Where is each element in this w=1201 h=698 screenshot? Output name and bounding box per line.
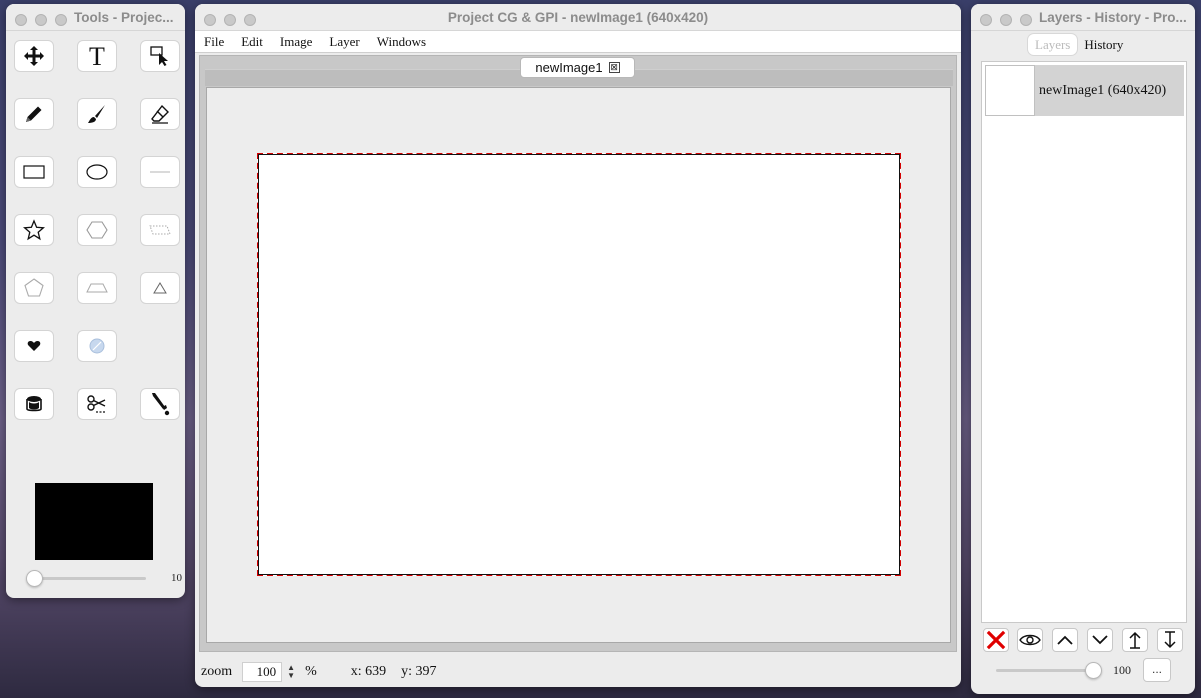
zoom-input[interactable]: 100 <box>242 661 283 682</box>
tab-newimage1[interactable]: newImage1 ⊠ <box>520 57 635 78</box>
main-titlebar[interactable]: Project CG & GPI - newImage1 (640x420) <box>195 4 961 31</box>
line-icon <box>150 171 170 173</box>
move-layer-top-button[interactable] <box>1122 628 1148 652</box>
cursor-y-readout: y: 397 <box>401 663 437 679</box>
rectangle-tool-button[interactable] <box>14 156 54 188</box>
pencil-icon <box>26 106 42 122</box>
star-icon <box>23 219 45 241</box>
parallelogram-tool-button[interactable] <box>140 214 180 246</box>
main-window-title: Project CG & GPI - newImage1 (640x420) <box>447 10 709 25</box>
canvas-viewport[interactable] <box>206 87 951 643</box>
opacity-slider-track[interactable] <box>996 669 1093 672</box>
cursor-x-readout: x: 639 <box>350 663 387 679</box>
text-T-icon: T <box>89 44 105 68</box>
current-color-swatch[interactable] <box>35 483 153 560</box>
chevron-down-icon[interactable]: ▼ <box>287 671 295 680</box>
pencil-tool-button[interactable] <box>14 98 54 130</box>
layers-window-title: Layers - History - Pro... <box>1039 10 1187 25</box>
status-bar: zoom 100 ▲ ▼ % x: 639 y: 397 <box>195 656 961 687</box>
star-tool-button[interactable] <box>14 214 54 246</box>
move-layer-down-button[interactable] <box>1087 628 1113 652</box>
eraser-tool-button[interactable] <box>140 98 180 130</box>
arrow-to-bottom-icon <box>1164 631 1176 649</box>
bucket-icon <box>26 396 42 412</box>
layer-row[interactable]: newImage1 (640x420) <box>985 65 1184 116</box>
tab-close-icon[interactable]: ⊠ <box>608 62 620 73</box>
hexagon-icon <box>86 221 108 239</box>
opacity-value: 100 <box>1113 663 1131 677</box>
toggle-visibility-button[interactable] <box>1017 628 1043 652</box>
fill-bucket-tool-button[interactable] <box>14 388 54 420</box>
heart-tool-button[interactable] <box>14 330 54 362</box>
parallelogram-icon <box>149 225 171 235</box>
text-tool-button[interactable]: T <box>77 40 117 72</box>
main-window: Project CG & GPI - newImage1 (640x420) F… <box>195 4 961 687</box>
hexagon-tool-button[interactable] <box>77 214 117 246</box>
menu-windows[interactable]: Windows <box>377 34 426 50</box>
layers-list: newImage1 (640x420) <box>981 61 1187 623</box>
ellipse-icon <box>86 164 108 180</box>
brush-size-slider-track[interactable] <box>28 577 146 580</box>
brush-tool-button[interactable] <box>77 98 117 130</box>
layer-name: newImage1 (640x420) <box>1039 82 1167 98</box>
trapezoid-tool-button[interactable] <box>77 272 117 304</box>
image-canvas[interactable] <box>257 153 901 576</box>
ellipse-tool-button[interactable] <box>77 156 117 188</box>
move-layer-bottom-button[interactable] <box>1157 628 1183 652</box>
scissors-icon <box>87 395 106 413</box>
eraser-icon <box>151 104 169 124</box>
circle-slash-tool-button[interactable] <box>77 330 117 362</box>
move-layer-up-button[interactable] <box>1052 628 1078 652</box>
menu-image[interactable]: Image <box>280 34 312 50</box>
select-pointer-icon <box>150 46 168 66</box>
circle-slash-icon <box>89 338 105 354</box>
trapezoid-icon <box>86 283 108 293</box>
brush-size-slider-knob[interactable] <box>25 570 43 587</box>
svg-text:T: T <box>89 44 105 68</box>
eyedropper-icon <box>152 393 170 416</box>
line-tool-button[interactable] <box>140 156 180 188</box>
pentagon-tool-button[interactable] <box>14 272 54 304</box>
select-tool-button[interactable] <box>140 40 180 72</box>
delete-layer-button[interactable] <box>983 628 1009 652</box>
eye-icon <box>1019 634 1041 646</box>
more-options-button[interactable]: ... <box>1143 658 1171 682</box>
menu-layer[interactable]: Layer <box>329 34 359 50</box>
zoom-unit: % <box>305 663 317 679</box>
brush-icon <box>88 105 105 123</box>
tools-titlebar[interactable]: Tools - Projec... <box>6 4 185 31</box>
triangle-tool-button[interactable] <box>140 272 180 304</box>
heart-icon <box>27 341 41 351</box>
zoom-stepper[interactable]: ▲ ▼ <box>285 662 297 682</box>
chevron-down-icon <box>1092 635 1108 645</box>
layers-history-segmented-control: Layers History <box>1028 34 1130 55</box>
layer-thumbnail <box>985 65 1035 116</box>
move-tool-button[interactable] <box>14 40 54 72</box>
zoom-label: zoom <box>201 663 233 679</box>
tools-window: Tools - Projec... T 10 <box>6 4 185 598</box>
tab-label: newImage1 <box>535 60 603 75</box>
document-area <box>199 55 957 652</box>
pentagon-icon <box>24 278 44 297</box>
chevron-up-icon <box>1057 635 1073 645</box>
arrow-to-top-icon <box>1129 631 1141 649</box>
menu-file[interactable]: File <box>204 34 224 50</box>
menu-bar: File Edit Image Layer Windows <box>195 31 961 53</box>
layers-window: Layers - History - Pro... Layers History… <box>971 4 1195 694</box>
layers-titlebar[interactable]: Layers - History - Pro... <box>971 4 1195 31</box>
tab-history[interactable]: History <box>1077 34 1130 55</box>
rectangle-icon <box>23 165 45 179</box>
triangle-icon <box>153 282 167 294</box>
tab-layers[interactable]: Layers <box>1028 34 1078 55</box>
tools-window-title: Tools - Projec... <box>74 10 174 25</box>
brush-size-value: 10 <box>171 572 182 584</box>
cut-tool-button[interactable] <box>77 388 117 420</box>
menu-edit[interactable]: Edit <box>241 34 263 50</box>
move-arrows-icon <box>24 46 44 66</box>
red-x-icon <box>986 630 1006 650</box>
eyedropper-tool-button[interactable] <box>140 388 180 420</box>
opacity-slider-knob[interactable] <box>1085 662 1102 679</box>
